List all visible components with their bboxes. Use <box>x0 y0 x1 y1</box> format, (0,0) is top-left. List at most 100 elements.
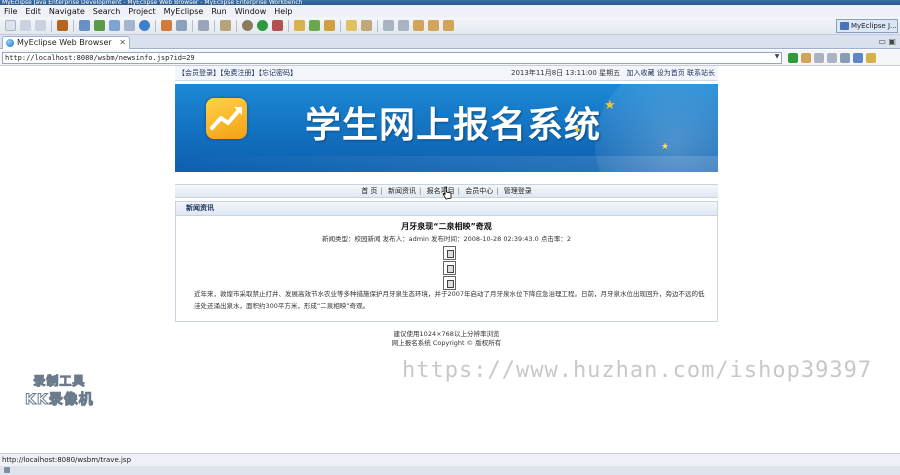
toolbar-separator <box>214 19 215 32</box>
bottom-trim <box>0 466 900 475</box>
hibernate-icon[interactable] <box>124 20 135 31</box>
menu-file[interactable]: File <box>0 7 21 16</box>
banner-stripe <box>175 156 718 172</box>
run-icon[interactable] <box>257 20 268 31</box>
terminal-icon[interactable] <box>198 20 209 31</box>
open-type-icon[interactable] <box>324 20 335 31</box>
web-page: 【会员登录】【免费注册】【忘记密码】 2013年11月8日 13:11:00 星… <box>175 66 718 348</box>
chevron-down-icon[interactable]: ▼ <box>773 53 781 62</box>
go-icon[interactable] <box>788 53 798 63</box>
minimize-maximize-icon[interactable]: ▭ ▣ <box>878 37 896 46</box>
nav-separator: | <box>496 187 499 195</box>
menu-edit[interactable]: Edit <box>21 7 45 16</box>
news-section-header: 新闻资讯 <box>176 202 717 216</box>
member-login-link[interactable]: 【会员登录】 <box>178 69 220 77</box>
add-favorite-link[interactable]: 加入收藏 <box>627 69 655 77</box>
image-editor-icon[interactable] <box>161 20 172 31</box>
tab-label: MyEclipse Web Browser <box>17 38 112 47</box>
browser-nav-icons <box>788 53 879 63</box>
nav-member-center[interactable]: 会员中心 <box>462 187 496 195</box>
address-bar: http://localhost:8080/wsbm/newsinfo.jsp?… <box>0 50 900 66</box>
forward-arrow-icon[interactable] <box>443 20 454 31</box>
last-edit-icon[interactable] <box>413 20 424 31</box>
menu-help[interactable]: Help <box>270 7 296 16</box>
debug-icon[interactable] <box>242 20 253 31</box>
toolbar-separator <box>51 19 52 32</box>
hand-cursor-icon <box>442 186 452 200</box>
current-date: 2013年11月8日 13:11:00 星期五 <box>511 69 621 77</box>
watermark-text: https://www.huzhan.com/ishop39397 <box>402 358 873 383</box>
chart-logo-icon <box>206 98 247 139</box>
news-meta: 新闻类型：校园新闻 发布人：admin 发布时间：2008-10-28 02:3… <box>322 235 571 243</box>
menu-run[interactable]: Run <box>207 7 230 16</box>
recorder-line2: KK录像机 <box>25 392 94 409</box>
account-links: 【会员登录】【免费注册】【忘记密码】 <box>178 66 297 81</box>
news-panel: 新闻资讯 月牙泉现“二泉相映”奇观 新闻类型：校园新闻 发布人：admin 发布… <box>175 201 718 322</box>
stop-icon[interactable] <box>840 53 850 63</box>
refresh-icon[interactable] <box>853 53 863 63</box>
nav-admin-login[interactable]: 管理登录 <box>501 187 535 195</box>
set-homepage-link[interactable]: 设为首页 <box>657 69 685 77</box>
bean-icon[interactable] <box>109 20 120 31</box>
toolbar-separator <box>73 19 74 32</box>
footer-copyright: 网上报名系统 Copyright © 版权所有 <box>391 339 502 347</box>
new-icon[interactable] <box>5 20 16 31</box>
broken-image-icon <box>443 246 456 260</box>
web-icon[interactable] <box>139 20 150 31</box>
broken-image-icon <box>443 261 456 275</box>
folder-icon[interactable] <box>346 20 357 31</box>
main-toolbar: MyEclipse J... <box>0 17 900 35</box>
perspective-label: MyEclipse J... <box>851 22 897 30</box>
status-bar: http://localhost:8080/wsbm/trave.jsp <box>0 453 900 466</box>
menu-navigate[interactable]: Navigate <box>45 7 89 16</box>
external-tools-icon[interactable] <box>272 20 283 31</box>
toolbar-separator <box>155 19 156 32</box>
site-footer: 建议使用1024×768以上分辨率浏览 网上报名系统 Copyright © 版… <box>175 330 718 348</box>
url-input[interactable]: http://localhost:8080/wsbm/newsinfo.jsp?… <box>2 52 782 64</box>
print-icon[interactable] <box>35 20 46 31</box>
star-icon: ★ <box>661 142 670 152</box>
utility-links: 加入收藏 设为首页 联系站长 <box>627 66 715 81</box>
nav-separator: | <box>419 187 422 195</box>
star-icon: ✦ <box>573 124 583 137</box>
close-icon[interactable]: ✕ <box>119 37 126 49</box>
editor-tab-row: MyEclipse Web Browser ✕ ▭ ▣ <box>0 35 900 49</box>
banner-title: 学生网上报名系统 <box>305 105 602 146</box>
menu-search[interactable]: Search <box>89 7 124 16</box>
nav-home[interactable]: 首 页 <box>358 187 380 195</box>
browser-viewport: 【会员登录】【免费注册】【忘记密码】 2013年11月8日 13:11:00 星… <box>0 66 900 453</box>
fast-view-icon[interactable] <box>4 467 10 473</box>
server-icon[interactable] <box>79 20 90 31</box>
new-package-icon[interactable] <box>294 20 305 31</box>
forgot-password-link[interactable]: 【忘记密码】 <box>259 69 298 77</box>
back-icon[interactable] <box>814 53 824 63</box>
star-icon: ★ <box>604 98 616 113</box>
back-arrow-icon[interactable] <box>428 20 439 31</box>
package-icon[interactable] <box>57 20 68 31</box>
previous-annotation-icon[interactable] <box>398 20 409 31</box>
search-icon[interactable] <box>361 20 372 31</box>
nav-news[interactable]: 新闻资讯 <box>385 187 419 195</box>
perspective-switcher[interactable]: MyEclipse J... <box>836 19 898 33</box>
free-register-link[interactable]: 【免费注册】 <box>220 69 259 77</box>
menu-myeclipse[interactable]: MyEclipse <box>160 7 208 16</box>
save-icon[interactable] <box>20 20 31 31</box>
new-class-icon[interactable] <box>309 20 320 31</box>
next-annotation-icon[interactable] <box>383 20 394 31</box>
menu-project[interactable]: Project <box>124 7 159 16</box>
settings-icon[interactable] <box>801 53 811 63</box>
toolbar-separator <box>192 19 193 32</box>
menu-window[interactable]: Window <box>231 7 271 16</box>
tab-web-browser[interactable]: MyEclipse Web Browser ✕ <box>2 36 130 49</box>
site-banner: 学生网上报名系统 ★ ✦ ★ <box>175 84 718 172</box>
deploy-icon[interactable] <box>94 20 105 31</box>
recorder-watermark: 录制工具 KK录像机 <box>25 372 94 409</box>
forward-icon[interactable] <box>827 53 837 63</box>
contact-admin-link[interactable]: 联系站长 <box>687 69 715 77</box>
report-icon[interactable] <box>176 20 187 31</box>
toolbar-separator <box>340 19 341 32</box>
nav-separator: | <box>380 187 383 195</box>
bookmark-icon[interactable] <box>866 53 876 63</box>
toolbar-separator <box>288 19 289 32</box>
browser-icon[interactable] <box>220 20 231 31</box>
